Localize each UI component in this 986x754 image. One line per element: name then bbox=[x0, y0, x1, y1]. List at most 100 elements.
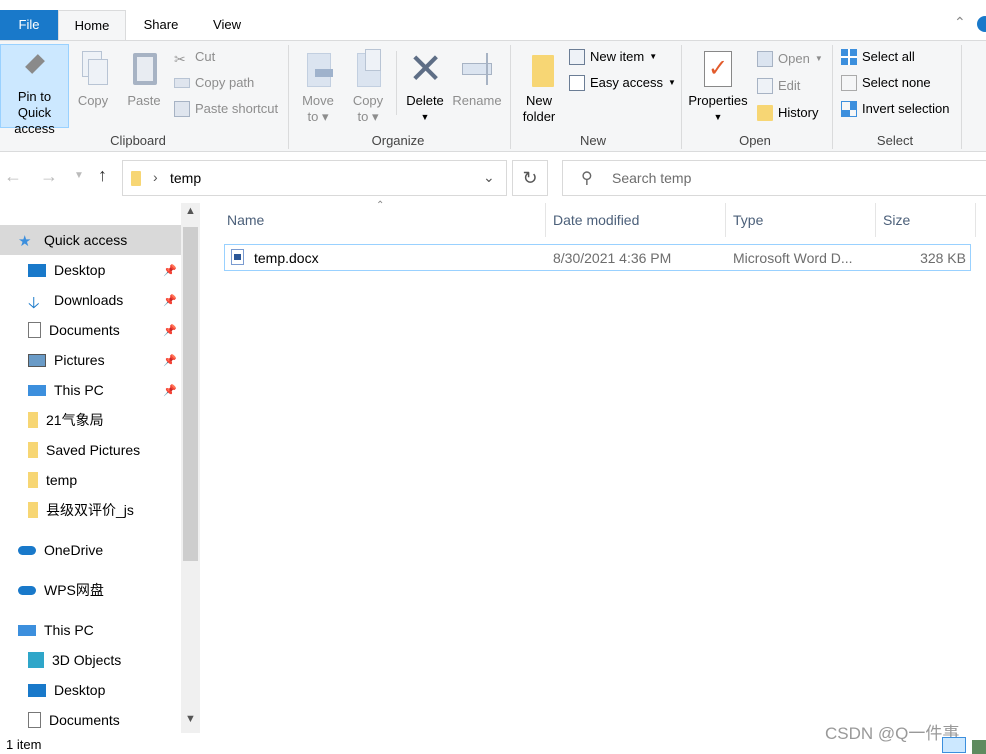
tab-share[interactable]: Share bbox=[130, 10, 192, 40]
cut-label: Cut bbox=[195, 49, 216, 64]
sidebar-item[interactable]: ★ Quick access bbox=[0, 225, 181, 255]
history-button[interactable]: History bbox=[757, 103, 818, 123]
tab-home[interactable]: Home bbox=[58, 10, 126, 41]
cut-button[interactable]: ✂ Cut bbox=[174, 47, 215, 67]
file-row[interactable]: temp.docx 8/30/2021 4:36 PM Microsoft Wo… bbox=[224, 244, 971, 271]
tab-view[interactable]: View bbox=[196, 10, 258, 40]
divider bbox=[396, 51, 397, 115]
new-item-button[interactable]: New item ▼ bbox=[569, 47, 657, 67]
delete-button[interactable]: ✕ Delete ▼ bbox=[402, 45, 448, 125]
refresh-button[interactable]: ↻ bbox=[512, 160, 548, 196]
copy-to-label: Copy bbox=[352, 93, 384, 108]
new-folder-label: New bbox=[525, 93, 552, 108]
sidebar-item[interactable]: 21气象局 bbox=[0, 405, 181, 435]
pin-label: Pin to Quick bbox=[17, 89, 52, 120]
properties-button[interactable]: ✓ Properties ▼ bbox=[686, 45, 750, 125]
recent-locations-button[interactable]: ▼ bbox=[74, 170, 84, 181]
copy-to-button[interactable]: Copy to ▾ bbox=[346, 45, 390, 125]
address-bar[interactable]: › temp ⌄ bbox=[122, 160, 507, 196]
select-all-button[interactable]: Select all bbox=[841, 47, 915, 67]
sidebar-item[interactable]: Pictures 📌 bbox=[0, 345, 181, 375]
new-folder-button[interactable]: New folder bbox=[516, 45, 562, 125]
column-name[interactable]: Name bbox=[221, 203, 546, 237]
tab-file[interactable]: File bbox=[0, 10, 58, 40]
divider bbox=[961, 45, 962, 149]
sidebar-item[interactable]: This PC 📌 bbox=[0, 375, 181, 405]
sidebar-item[interactable]: Documents 📌 bbox=[0, 315, 181, 345]
paste-shortcut-icon bbox=[174, 101, 190, 117]
rename-label: Rename bbox=[452, 93, 502, 108]
folder-icon bbox=[28, 412, 38, 428]
pin-label-2: access bbox=[14, 121, 55, 136]
edit-button[interactable]: Edit bbox=[757, 76, 800, 96]
collapse-ribbon-icon[interactable]: ⌃ bbox=[954, 14, 966, 31]
delete-dropdown-icon[interactable]: ▼ bbox=[402, 109, 448, 125]
copy-button[interactable]: Copy bbox=[72, 45, 114, 109]
sidebar-item[interactable]: 3D Objects bbox=[0, 645, 181, 675]
column-type[interactable]: Type bbox=[727, 203, 876, 237]
dropdown-icon: ▼ bbox=[667, 78, 676, 87]
folder-icon bbox=[28, 442, 38, 458]
paste-shortcut-button[interactable]: Paste shortcut bbox=[174, 99, 278, 119]
title-bar bbox=[0, 0, 986, 10]
copy-path-label: Copy path bbox=[195, 75, 255, 90]
pin-icon[interactable]: 📌 bbox=[163, 354, 177, 367]
file-date: 8/30/2021 4:36 PM bbox=[553, 250, 672, 266]
address-dropdown-icon[interactable]: ⌄ bbox=[483, 169, 495, 186]
sidebar-item[interactable]: This PC bbox=[0, 615, 181, 645]
scroll-up-icon[interactable]: ▲ bbox=[185, 205, 196, 217]
sidebar-item[interactable]: Saved Pictures bbox=[0, 435, 181, 465]
invert-selection-icon bbox=[841, 101, 857, 117]
select-none-button[interactable]: Select none bbox=[841, 73, 931, 93]
sidebar-item[interactable]: OneDrive bbox=[0, 535, 181, 565]
pin-icon[interactable]: 📌 bbox=[163, 264, 177, 277]
paste-button[interactable]: Paste bbox=[122, 45, 166, 109]
easy-access-button[interactable]: Easy access ▼ bbox=[569, 73, 676, 93]
rename-button[interactable]: Rename bbox=[452, 45, 502, 109]
divider bbox=[832, 45, 833, 149]
address-path: temp bbox=[170, 170, 202, 186]
sidebar-item-label: Documents bbox=[49, 712, 120, 728]
scroll-thumb[interactable] bbox=[183, 227, 198, 561]
easy-access-icon bbox=[569, 75, 585, 91]
sidebar-item[interactable]: WPS网盘 bbox=[0, 575, 181, 605]
sidebar-item[interactable]: Documents bbox=[0, 705, 181, 735]
forward-button[interactable]: → bbox=[40, 166, 58, 187]
back-button[interactable]: ← bbox=[4, 166, 22, 187]
move-to-button[interactable]: Move to ▾ bbox=[296, 45, 340, 125]
pin-icon[interactable]: 📌 bbox=[163, 384, 177, 397]
sidebar-item[interactable]: 🡣 Downloads 📌 bbox=[0, 285, 181, 315]
open-button[interactable]: Open ▼ bbox=[757, 49, 823, 69]
sidebar-item[interactable]: Desktop bbox=[0, 675, 181, 705]
properties-check-icon: ✓ bbox=[701, 49, 735, 89]
nav-scrollbar[interactable]: ▲ ▼ bbox=[181, 203, 200, 733]
help-icon[interactable] bbox=[977, 16, 986, 32]
watermark: CSDN @Q一件事 bbox=[825, 724, 960, 743]
folder-icon bbox=[131, 171, 141, 186]
properties-dropdown-icon[interactable]: ▼ bbox=[686, 109, 750, 125]
pin-to-quick-access-button[interactable]: Pin to Quick access bbox=[0, 44, 69, 136]
details-view-button[interactable] bbox=[942, 737, 966, 753]
sidebar-item-label: OneDrive bbox=[44, 542, 104, 558]
invert-selection-button[interactable]: Invert selection bbox=[841, 99, 949, 119]
cube-icon bbox=[28, 652, 44, 668]
up-button[interactable]: ↑ bbox=[98, 165, 107, 186]
sidebar-item[interactable]: temp bbox=[0, 465, 181, 495]
copy-path-icon bbox=[174, 78, 190, 88]
download-icon: 🡣 bbox=[28, 295, 40, 312]
copy-path-button[interactable]: Copy path bbox=[174, 73, 254, 93]
sidebar-item[interactable]: Desktop 📌 bbox=[0, 255, 181, 285]
scroll-down-icon[interactable]: ▼ bbox=[185, 713, 196, 725]
sidebar-item[interactable]: 县级双评价_js bbox=[0, 495, 181, 525]
column-size[interactable]: Size bbox=[877, 203, 976, 237]
search-icon: ⚲ bbox=[581, 170, 593, 187]
pin-icon[interactable]: 📌 bbox=[163, 324, 177, 337]
copy-icon bbox=[76, 49, 110, 89]
column-date-modified[interactable]: Date modified bbox=[547, 203, 726, 237]
star-icon: ★ bbox=[18, 233, 32, 250]
delete-x-icon: ✕ bbox=[408, 45, 444, 92]
search-input[interactable]: ⚲ Search temp bbox=[562, 160, 986, 196]
delete-label: Delete bbox=[406, 93, 444, 108]
pin-icon[interactable]: 📌 bbox=[163, 294, 177, 307]
word-document-icon bbox=[231, 249, 244, 265]
